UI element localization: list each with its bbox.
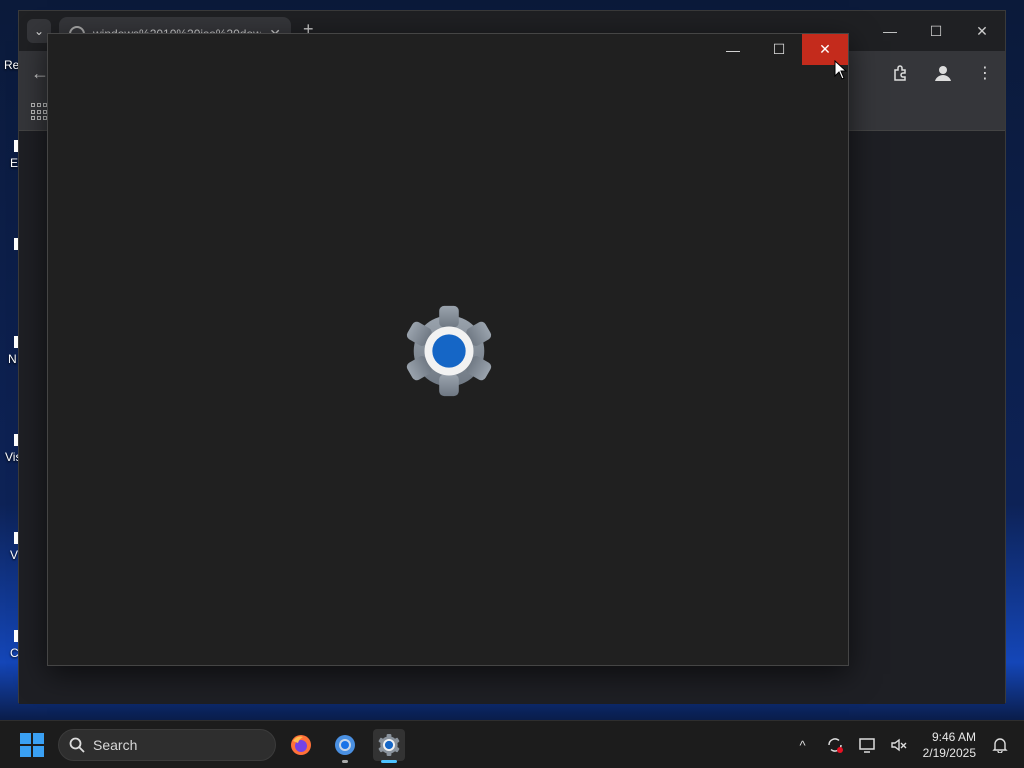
windows-start-icon[interactable] [20,733,44,757]
desktop-icon-label[interactable]: N [8,352,17,366]
clock-time: 9:46 AM [931,730,976,744]
taskbar-clock[interactable]: 9:46 AM 2/19/2025 [915,729,984,761]
firefox-icon [291,735,311,755]
chrome-icon [335,735,355,755]
system-tray: ^ 9:46 AM 2/19/2025 [787,721,1024,768]
extensions-icon[interactable] [889,61,913,85]
settings-gear-icon [406,305,492,397]
minimize-button[interactable]: — [867,11,913,51]
browser-window-controls: — ☐ ✕ [867,11,1005,51]
active-indicator [381,760,397,763]
volume-muted-icon[interactable] [883,729,915,761]
desktop-icon-label[interactable]: V [10,548,18,562]
taskbar-app-settings[interactable] [373,729,405,763]
show-hidden-icons-chevron-icon[interactable]: ^ [787,729,819,761]
running-indicator [342,760,348,763]
settings-window: — ☐ ✕ [47,33,849,666]
taskbar-search-box[interactable]: Search [58,729,276,761]
chevron-down-icon: ⌄ [33,24,45,38]
settings-icon [378,733,400,757]
taskbar-app-chrome[interactable] [329,729,361,763]
desktop-icon-label[interactable]: E [10,156,18,170]
clock-date: 2/19/2025 [922,746,976,760]
kebab-menu-icon[interactable]: ⋮ [973,61,997,85]
search-placeholder: Search [93,737,138,753]
close-button[interactable]: ✕ [959,11,1005,51]
search-icon [69,737,85,753]
maximize-button[interactable]: ☐ [913,11,959,51]
sync-icon[interactable] [819,729,851,761]
taskbar-app-firefox[interactable] [285,729,317,761]
profile-icon[interactable] [931,61,955,85]
taskbar: Search ^ 9:46 AM 2/19/2025 [0,720,1024,768]
minimize-button[interactable]: — [710,34,756,65]
network-icon[interactable] [851,729,883,761]
mouse-cursor-icon [834,60,848,80]
notification-bell-icon[interactable] [984,729,1016,761]
maximize-button[interactable]: ☐ [756,34,802,65]
